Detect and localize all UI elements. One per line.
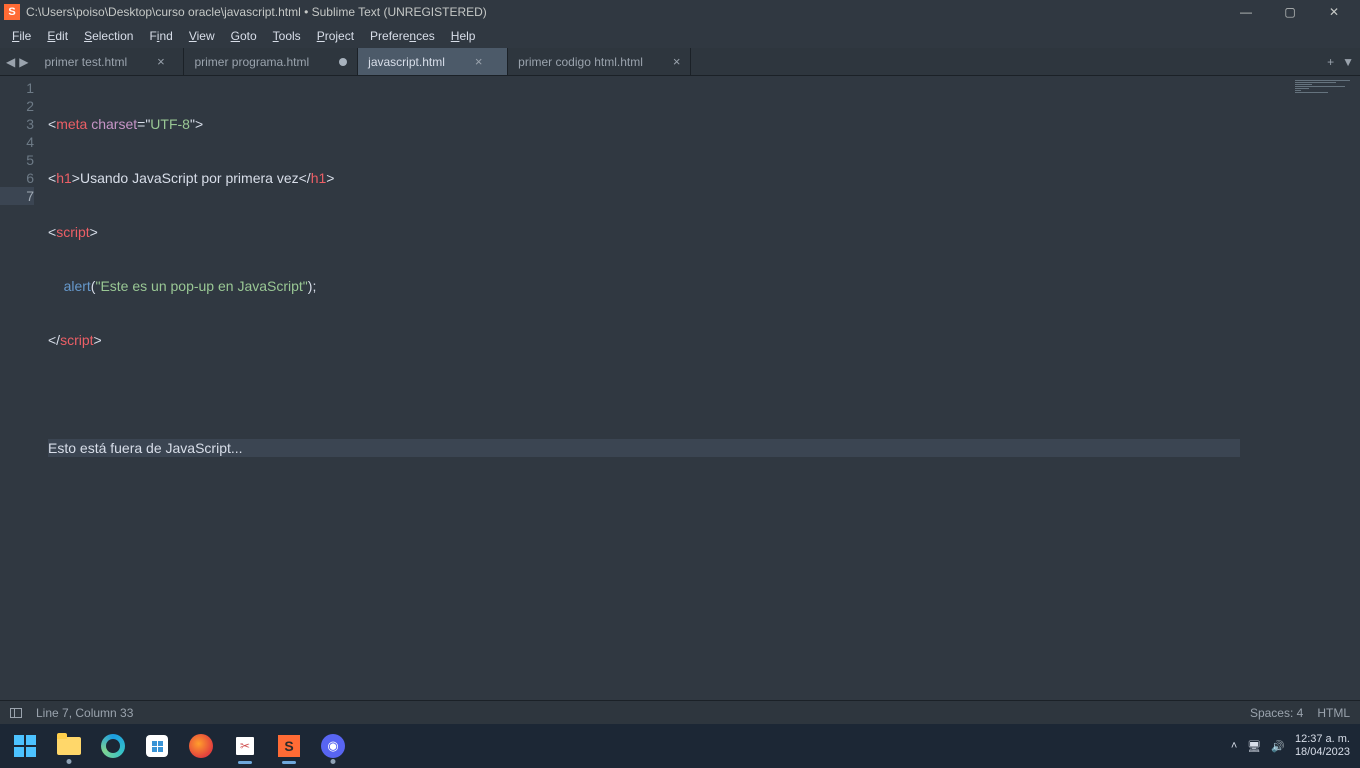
menu-tools[interactable]: Tools	[265, 27, 309, 45]
statusbar: Line 7, Column 33 Spaces: 4 HTML	[0, 700, 1360, 724]
line-number: 7	[0, 187, 34, 205]
tray-overflow-icon[interactable]: ˄	[1231, 740, 1237, 752]
microsoft-store-icon[interactable]	[138, 727, 176, 765]
tab-dropdown-icon[interactable]: ▼	[1342, 55, 1354, 69]
tab-javascript[interactable]: javascript.html ×	[358, 48, 508, 75]
maximize-button[interactable]: ▢	[1268, 0, 1312, 24]
side-panel-icon[interactable]	[10, 708, 22, 718]
volume-icon[interactable]: 🔊	[1271, 740, 1285, 753]
line-number: 6	[0, 169, 34, 187]
editor[interactable]: 1 2 3 4 5 6 7 <meta charset="UTF-8"> <h1…	[0, 76, 1360, 700]
line-number: 2	[0, 97, 34, 115]
menu-help[interactable]: Help	[443, 27, 484, 45]
sublime-text-icon[interactable]: S	[270, 727, 308, 765]
indentation-setting[interactable]: Spaces: 4	[1250, 706, 1303, 720]
minimap[interactable]	[1240, 76, 1360, 700]
discord-icon[interactable]: ◉	[314, 727, 352, 765]
time: 12:37 a. m.	[1295, 733, 1350, 746]
syntax-setting[interactable]: HTML	[1317, 706, 1350, 720]
line-gutter: 1 2 3 4 5 6 7	[0, 76, 48, 700]
clock[interactable]: 12:37 a. m. 18/04/2023	[1295, 733, 1350, 759]
menu-view[interactable]: View	[181, 27, 223, 45]
sublime-app-icon: S	[4, 4, 20, 20]
tab-primer-test[interactable]: primer test.html ×	[34, 48, 184, 75]
start-button[interactable]	[6, 727, 44, 765]
tab-primer-codigo[interactable]: primer codigo html.html ×	[508, 48, 691, 75]
tab-label: primer codigo html.html	[518, 55, 643, 69]
close-button[interactable]: ✕	[1312, 0, 1356, 24]
tabbar: ◀ ▶ primer test.html × primer programa.h…	[0, 48, 1360, 76]
minimize-button[interactable]: —	[1224, 0, 1268, 24]
menu-preferences[interactable]: Preferences	[362, 27, 443, 45]
tab-label: javascript.html	[368, 55, 445, 69]
titlebar: S C:\Users\poiso\Desktop\curso oracle\ja…	[0, 0, 1360, 24]
network-icon[interactable]: 🖥	[1247, 740, 1261, 753]
firefox-icon[interactable]	[182, 727, 220, 765]
code-area[interactable]: <meta charset="UTF-8"> <h1>Usando JavaSc…	[48, 76, 1240, 700]
menu-edit[interactable]: Edit	[39, 27, 76, 45]
snipping-tool-icon[interactable]	[226, 727, 264, 765]
edge-icon[interactable]	[94, 727, 132, 765]
menu-project[interactable]: Project	[309, 27, 362, 45]
date: 18/04/2023	[1295, 746, 1350, 759]
file-explorer-icon[interactable]	[50, 727, 88, 765]
window-title: C:\Users\poiso\Desktop\curso oracle\java…	[26, 5, 487, 19]
line-number: 4	[0, 133, 34, 151]
menu-find[interactable]: Find	[141, 27, 180, 45]
menu-goto[interactable]: Goto	[223, 27, 265, 45]
line-number: 3	[0, 115, 34, 133]
new-tab-button[interactable]: +	[1327, 55, 1334, 69]
tab-label: primer test.html	[44, 55, 127, 69]
line-number: 1	[0, 79, 34, 97]
nav-back-icon[interactable]: ◀	[6, 55, 15, 69]
line-number: 5	[0, 151, 34, 169]
tab-label: primer programa.html	[194, 55, 309, 69]
menu-file[interactable]: File	[4, 27, 39, 45]
menubar: File Edit Selection Find View Goto Tools…	[0, 24, 1360, 48]
nav-forward-icon[interactable]: ▶	[19, 55, 28, 69]
close-icon[interactable]: ×	[157, 54, 165, 69]
windows-taskbar: S ◉ ˄ 🖥 🔊 12:37 a. m. 18/04/2023	[0, 724, 1360, 768]
close-icon[interactable]: ×	[475, 54, 483, 69]
close-icon[interactable]: ×	[673, 54, 681, 69]
menu-selection[interactable]: Selection	[76, 27, 141, 45]
cursor-position[interactable]: Line 7, Column 33	[36, 706, 133, 720]
dirty-indicator-icon	[339, 58, 347, 66]
tab-primer-programa[interactable]: primer programa.html	[184, 48, 358, 75]
